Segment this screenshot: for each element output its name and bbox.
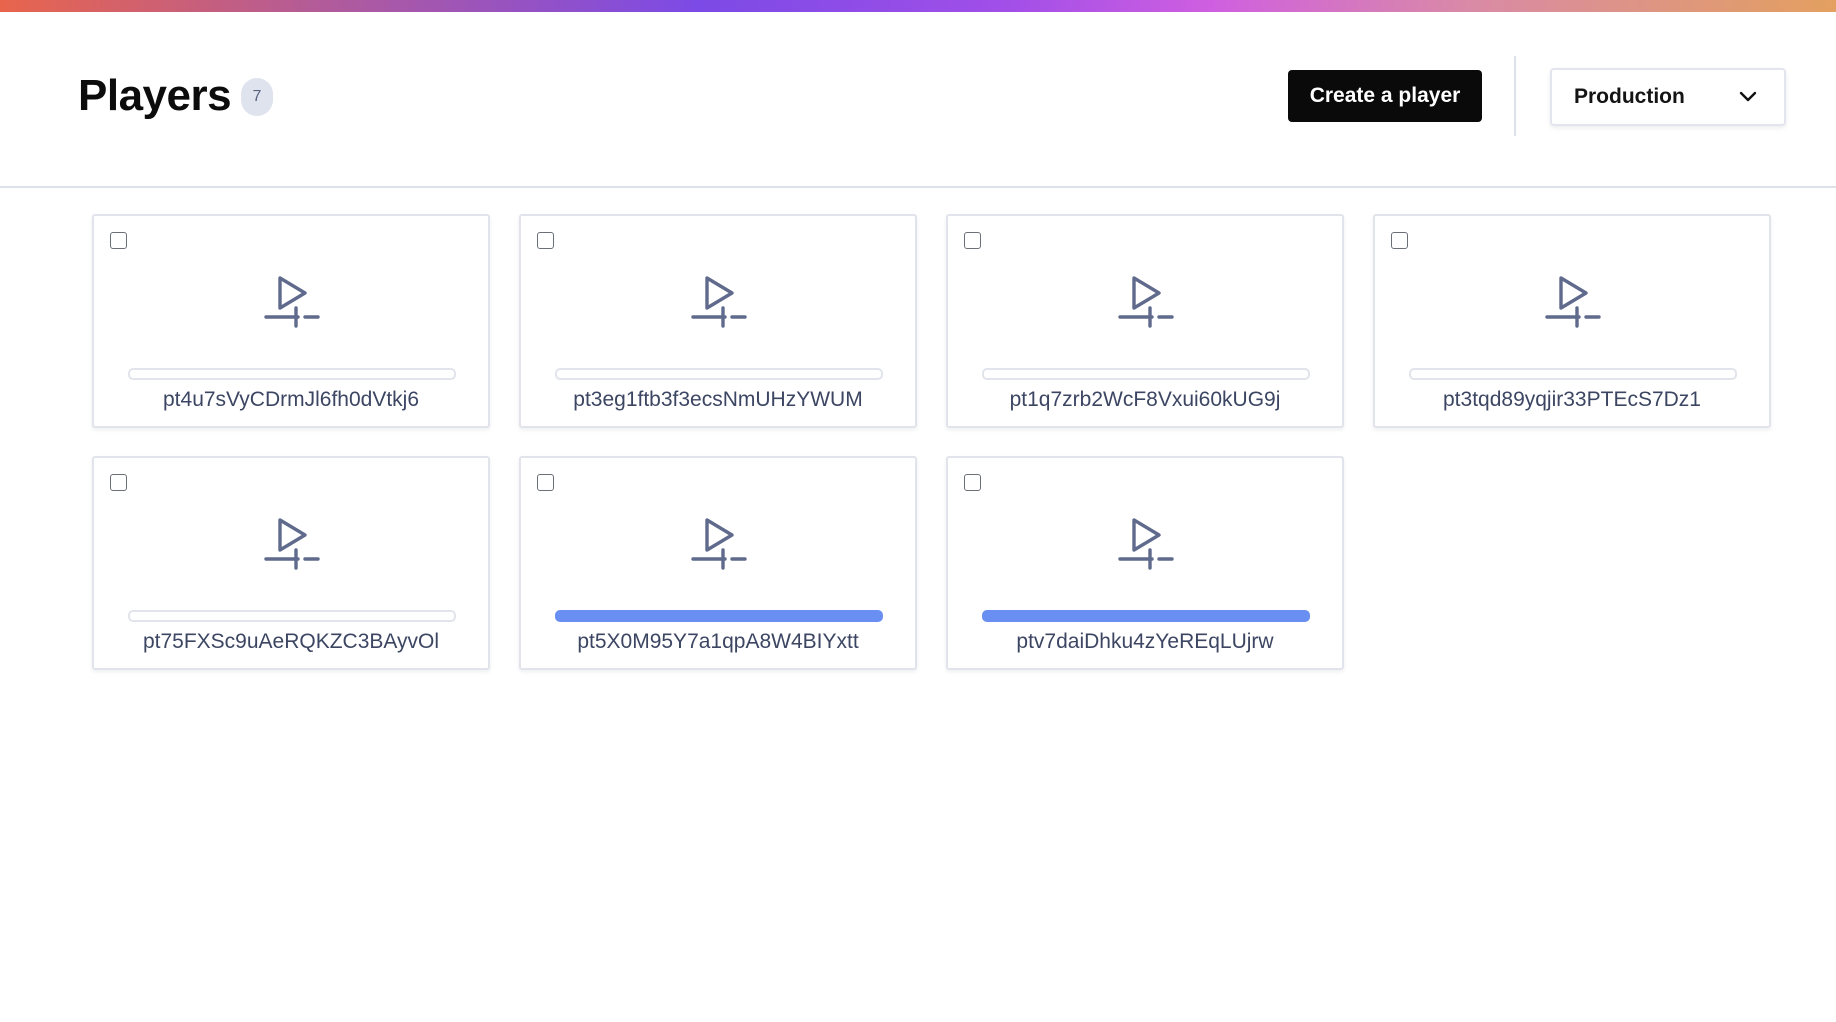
player-progress-bar xyxy=(128,368,456,380)
player-select-checkbox[interactable] xyxy=(537,232,554,249)
environment-select-value: Production xyxy=(1574,85,1685,108)
player-icon xyxy=(1118,276,1174,328)
player-id[interactable]: pt1q7zrb2WcF8Vxui60kUG9j xyxy=(948,384,1342,416)
player-count-badge: 7 xyxy=(241,78,273,116)
player-icon xyxy=(1118,518,1174,570)
create-player-button[interactable]: Create a player xyxy=(1288,70,1482,122)
environment-select[interactable]: Production xyxy=(1550,68,1786,126)
player-progress-bar xyxy=(555,368,883,380)
player-progress-bar xyxy=(555,610,883,622)
player-select-checkbox[interactable] xyxy=(964,474,981,491)
player-progress-bar xyxy=(128,610,456,622)
player-card[interactable]: ptv7daiDhku4zYeREqLUjrw xyxy=(946,456,1344,670)
player-card[interactable]: pt5X0M95Y7a1qpA8W4BIYxtt xyxy=(519,456,917,670)
player-id[interactable]: ptv7daiDhku4zYeREqLUjrw xyxy=(948,626,1342,658)
player-card[interactable]: pt75FXSc9uAeRQKZC3BAyvOl xyxy=(92,456,490,670)
brand-gradient-bar xyxy=(0,0,1836,12)
chevron-down-icon xyxy=(1739,91,1757,102)
player-select-checkbox[interactable] xyxy=(537,474,554,491)
player-card[interactable]: pt3tqd89yqjir33PTEcS7Dz1 xyxy=(1373,214,1771,428)
player-select-checkbox[interactable] xyxy=(1391,232,1408,249)
player-icon xyxy=(1545,276,1601,328)
page-header: Players 7 Create a player Production xyxy=(0,12,1836,188)
player-icon xyxy=(691,276,747,328)
player-id[interactable]: pt5X0M95Y7a1qpA8W4BIYxtt xyxy=(521,626,915,658)
player-id[interactable]: pt3tqd89yqjir33PTEcS7Dz1 xyxy=(1375,384,1769,416)
player-progress-bar xyxy=(982,368,1310,380)
player-id[interactable]: pt4u7sVyCDrmJl6fh0dVtkj6 xyxy=(94,384,488,416)
player-icon xyxy=(264,276,320,328)
player-icon xyxy=(691,518,747,570)
player-progress-fill xyxy=(557,612,881,620)
player-icon xyxy=(264,518,320,570)
header-divider xyxy=(1514,56,1516,136)
page-title: Players xyxy=(78,71,232,120)
player-select-checkbox[interactable] xyxy=(110,474,127,491)
player-progress-fill xyxy=(984,612,1308,620)
player-card[interactable]: pt3eg1ftb3f3ecsNmUHzYWUM xyxy=(519,214,917,428)
player-progress-bar xyxy=(1409,368,1737,380)
player-progress-bar xyxy=(982,610,1310,622)
player-card[interactable]: pt1q7zrb2WcF8Vxui60kUG9j xyxy=(946,214,1344,428)
player-id[interactable]: pt3eg1ftb3f3ecsNmUHzYWUM xyxy=(521,384,915,416)
player-select-checkbox[interactable] xyxy=(964,232,981,249)
player-id[interactable]: pt75FXSc9uAeRQKZC3BAyvOl xyxy=(94,626,488,658)
player-select-checkbox[interactable] xyxy=(110,232,127,249)
player-card[interactable]: pt4u7sVyCDrmJl6fh0dVtkj6 xyxy=(92,214,490,428)
